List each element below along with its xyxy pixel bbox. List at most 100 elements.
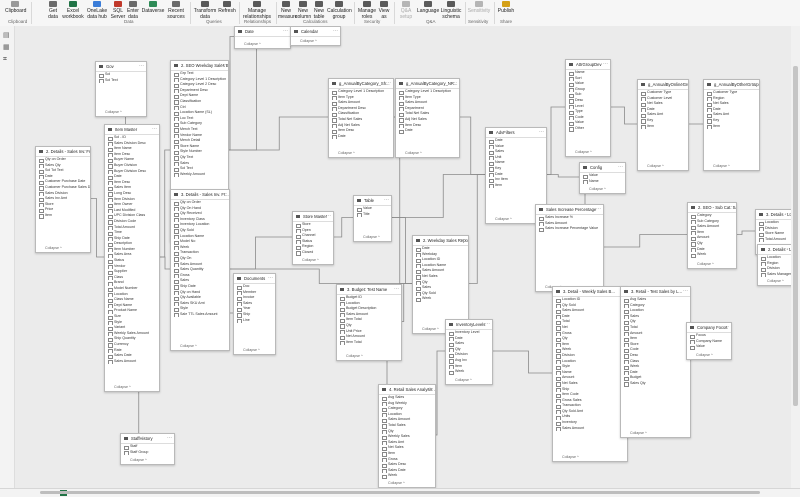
view-as-button[interactable]: View as	[377, 1, 391, 20]
collapse-toggle[interactable]: Collapse ^	[379, 481, 405, 487]
table-card-title[interactable]: g_AnnualByOtherGroup	[704, 80, 759, 90]
table-field[interactable]: Other	[566, 126, 610, 132]
table-field[interactable]: Week	[688, 252, 736, 258]
table-field[interactable]: Week	[446, 369, 492, 375]
collapse-toggle[interactable]: Collapse ^	[687, 353, 713, 359]
collapse-toggle[interactable]: Collapse ^	[235, 42, 261, 48]
table-field[interactable]: Sol Text	[96, 78, 146, 84]
sensitivity-button[interactable]: Sensitivity	[466, 1, 492, 14]
table-card-title[interactable]: Calendar	[291, 27, 340, 37]
table-card-title[interactable]: Table	[354, 196, 391, 206]
collapse-toggle[interactable]: Collapse ^	[638, 164, 664, 170]
table-card-title[interactable]: 2. Details - Location	[758, 245, 791, 255]
table-card-title[interactable]: AttrGroupDev	[566, 60, 610, 70]
calculation-group-button[interactable]: Calculation group	[327, 1, 352, 20]
excel-workbook-button[interactable]: Excel workbook	[62, 1, 84, 20]
collapse-toggle[interactable]: Collapse ^	[293, 258, 319, 264]
collapse-toggle[interactable]: Collapse ^	[396, 151, 422, 157]
table-card-title[interactable]: Documents	[234, 274, 275, 284]
table-card-title[interactable]: 3. Retail - Test Sales by L...	[621, 287, 690, 297]
table-card-title[interactable]: g_AnnualByCategory_Sh...	[329, 79, 393, 89]
table-card-title[interactable]: g_AnnualByOnlineGroup	[638, 80, 688, 90]
table-field[interactable]: Sales Amount	[553, 426, 627, 432]
collapse-toggle[interactable]: Collapse ^	[758, 279, 784, 285]
table-card[interactable]: Calendar Collapse ^	[290, 26, 341, 46]
collapse-toggle[interactable]: Collapse ^	[96, 110, 122, 116]
table-card-title[interactable]: g_AnnualByCategory_NR...	[396, 79, 459, 89]
table-card-title[interactable]: StaffHistory	[121, 434, 174, 444]
table-field[interactable]: Week	[413, 296, 468, 302]
table-card-title[interactable]: 2. Details - Sales Inv. Fro...	[36, 147, 90, 157]
clipboard-button[interactable]: Clipboard	[5, 1, 26, 14]
table-field[interactable]: Item	[36, 213, 90, 219]
collapse-toggle[interactable]: Collapse ^	[121, 458, 147, 464]
recent-sources-button[interactable]: Recent sources	[165, 1, 187, 20]
table-card-title[interactable]: Company Focus	[687, 323, 731, 333]
table-field[interactable]: Date	[329, 134, 393, 140]
table-card-title[interactable]: 3. Details - Sales Inv. Fr...	[171, 190, 229, 200]
manage-relationships-button[interactable]: Manage relationships	[240, 1, 274, 20]
collapse-toggle[interactable]: Collapse ^	[105, 385, 131, 391]
collapse-toggle[interactable]: Collapse ^	[553, 455, 579, 461]
scroll-thumb[interactable]	[40, 491, 760, 494]
table-card[interactable]: Sales Increase Percentage Sales Increase …	[535, 204, 604, 292]
collapse-toggle[interactable]: Collapse ^	[36, 246, 62, 252]
table-card-title[interactable]: 3. Details - Location	[756, 210, 791, 220]
table-card[interactable]: 2. Details - Sales Inv. Fro...Qty on Ord…	[35, 146, 91, 253]
model-view-icon[interactable]: ⌗	[3, 56, 11, 63]
collapse-toggle[interactable]: Collapse ^	[688, 262, 714, 268]
table-field[interactable]: Sale TTL Sales Amount	[171, 312, 229, 318]
table-field[interactable]: Item	[486, 183, 546, 189]
vertical-scrollbar[interactable]	[791, 26, 800, 488]
model-diagram-canvas[interactable]: DateCollapse ^CalendarCollapse ^GovSolSo…	[15, 26, 791, 488]
manage-roles-button[interactable]: Manage roles	[357, 1, 377, 20]
table-field[interactable]: Sales Qty	[621, 381, 690, 387]
table-card-title[interactable]: Store Master	[293, 212, 333, 222]
table-card[interactable]: 3. Detail - Weekly Sales B...Location ID…	[552, 286, 628, 462]
new-column-button[interactable]: New column	[295, 1, 311, 20]
table-field[interactable]: Total Amount	[756, 237, 791, 243]
table-card-title[interactable]: 4. Retail Sales Analysis ...	[379, 385, 435, 395]
scroll-thumb[interactable]	[793, 66, 798, 406]
collapse-toggle[interactable]: Collapse ^	[621, 431, 647, 437]
table-card[interactable]: AttrGroupDevNameSortValueGroupSubDescLev…	[565, 59, 611, 157]
table-card[interactable]: InventoryLevelsInventory LevelDateSalesQ…	[445, 319, 493, 385]
transform-data-button[interactable]: Transform data	[193, 1, 217, 20]
table-card[interactable]: Store MasterStoreOpenChannelStatusRegion…	[292, 211, 334, 265]
table-card[interactable]: GovSolSol TextCollapse ^	[95, 61, 147, 117]
table-card[interactable]: g_AnnualByCategory_Sh...Category Level 1…	[328, 78, 394, 158]
collapse-toggle[interactable]: Collapse ^	[580, 187, 606, 193]
table-card[interactable]: 3. Retail - Test Sales by L...Avg SalesC…	[620, 286, 691, 438]
language-button[interactable]: Language	[417, 1, 439, 14]
collapse-toggle[interactable]: Collapse ^	[234, 348, 260, 354]
table-card[interactable]: Item MasterSol - IDSales Division DescIt…	[104, 124, 160, 392]
get-data-button[interactable]: Get data	[44, 1, 62, 20]
table-card-title[interactable]: 2. Weekday Sales Report	[413, 236, 468, 246]
table-card[interactable]: 3. Details - Sales Inv. Fr...Qty on Orde…	[170, 189, 230, 351]
table-card[interactable]: 4. Retail Sales Analysis ...Avg SalesAvg…	[378, 384, 436, 488]
collapse-toggle[interactable]: Collapse ^	[413, 327, 439, 333]
collapse-toggle[interactable]: Collapse ^	[566, 150, 592, 156]
table-card[interactable]: 2. SEO - Sub Cat. SalesCategorySub Categ…	[687, 202, 737, 269]
enter-data-button[interactable]: Enter data	[126, 1, 140, 20]
table-card-title[interactable]: Date	[235, 27, 290, 37]
table-field[interactable]: Week	[379, 473, 435, 479]
collapse-toggle[interactable]: Collapse ^	[171, 344, 197, 350]
table-field[interactable]: Value	[687, 344, 731, 350]
table-card[interactable]: DocumentsDocMemberInvoiceSalesYearShipLi…	[233, 273, 276, 355]
table-field[interactable]: Sales Amount	[105, 359, 159, 365]
collapse-toggle[interactable]: Collapse ^	[329, 151, 355, 157]
qa-setup-button[interactable]: Q&A setup	[396, 1, 416, 20]
table-card[interactable]: ConfigValueNameCollapse ^	[579, 162, 626, 194]
table-card-title[interactable]: 3. Detail - Weekly Sales B...	[553, 287, 627, 297]
linguistic-schema-button[interactable]: Linguistic schema	[440, 1, 462, 20]
table-card[interactable]: Date Collapse ^	[234, 26, 291, 49]
sql-server-button[interactable]: SQL Server	[110, 1, 126, 20]
table-field[interactable]: Line	[234, 318, 275, 324]
collapse-toggle[interactable]: Collapse ^	[337, 354, 363, 360]
table-card-title[interactable]: Item Master	[105, 125, 159, 135]
table-field[interactable]: Item	[704, 124, 759, 130]
table-field[interactable]: Name	[580, 179, 625, 185]
table-card[interactable]: StaffHistoryStaffStaff GroupCollapse ^	[120, 433, 175, 465]
table-field[interactable]: Sales Increase Percentage Value	[536, 226, 603, 232]
